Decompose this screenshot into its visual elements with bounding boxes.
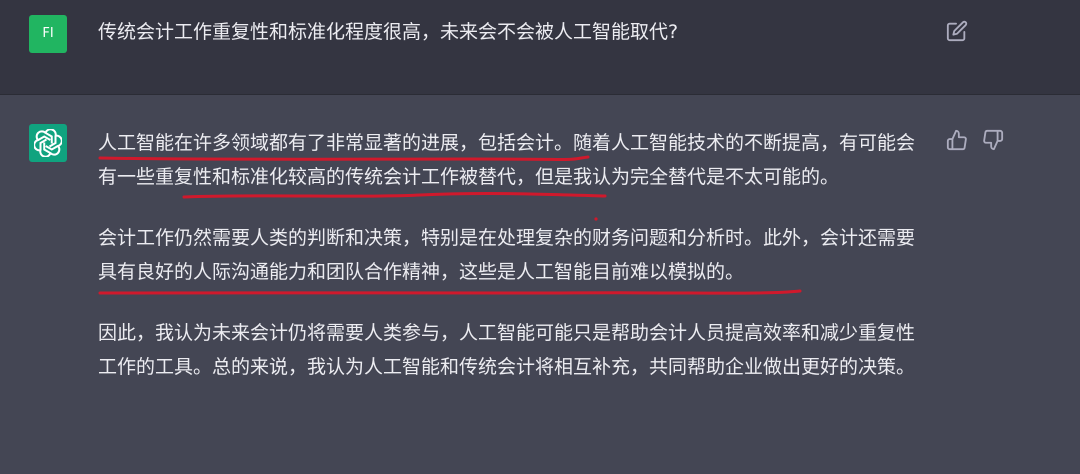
user-avatar: FI (29, 15, 67, 53)
assistant-avatar (29, 124, 67, 162)
user-message-row: FI 传统会计工作重复性和标准化程度很高，未来会不会被人工智能取代? (0, 0, 1080, 95)
thumbs-up-icon[interactable] (946, 129, 970, 153)
user-message-text: 传统会计工作重复性和标准化程度很高，未来会不会被人工智能取代? (98, 21, 679, 43)
answer-paragraph-2: 会计工作仍然需要人类的判断和决策，特别是在处理复杂的财务问题和分析时。此外，会计… (98, 227, 916, 283)
assistant-message-row: 人工智能在许多领域都有了非常显著的进展，包括会计。随着人工智能技术的不断提高，有… (0, 95, 1080, 474)
answer-paragraph-3: 因此，我认为未来会计仍将需要人类参与，人工智能可能只是帮助会计人员提高效率和减少… (98, 322, 916, 378)
thumbs-down-icon[interactable] (982, 129, 1006, 153)
answer-paragraph-1: 人工智能在许多领域都有了非常显著的进展，包括会计。随着人工智能技术的不断提高，有… (98, 132, 916, 188)
edit-icon[interactable] (946, 20, 968, 42)
assistant-message-text: 人工智能在许多领域都有了非常显著的进展，包括会计。随着人工智能技术的不断提高，有… (98, 126, 928, 411)
